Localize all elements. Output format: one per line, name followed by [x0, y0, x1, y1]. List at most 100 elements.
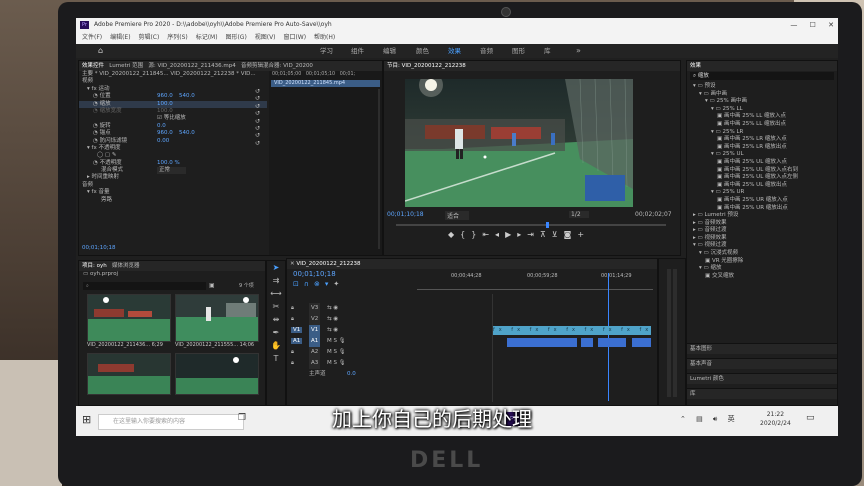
source-patch-a1[interactable]: A1 [291, 338, 303, 344]
effect-preset-item[interactable]: ▣ 画中画 25% LL 缩放入点 [687, 113, 835, 121]
close-icon[interactable]: ✕ [828, 21, 834, 29]
mute-solo-icon[interactable]: M S 🎙︎ [327, 358, 346, 369]
workspace-color[interactable]: 颜色 [416, 44, 429, 58]
panel-lumetri-color[interactable]: Lumetri 颜色 [687, 373, 837, 384]
lock-icon[interactable]: 🔒︎ [291, 316, 294, 322]
program-scrubber[interactable] [396, 222, 666, 228]
tab-effect-controls[interactable]: 效果控件 [82, 63, 104, 69]
effect-preset-item[interactable]: ▣ 画中画 25% UL 缩放入点右到 [687, 167, 835, 175]
effects-folder[interactable]: ▾ ▭ 25% 画中画 [687, 98, 835, 106]
panel-essential-graphics[interactable]: 基本图形 [687, 343, 837, 354]
position-y-value[interactable]: 540.0 [179, 93, 195, 100]
panel-libraries[interactable]: 库 [687, 388, 837, 399]
sync-icon[interactable]: ⇆ ◉ [327, 303, 338, 314]
effect-preset-item[interactable]: ▣ 画中画 25% UL 缩放入点左侧 [687, 174, 835, 182]
razor-tool-icon[interactable]: ✂ [267, 300, 285, 313]
tab-lumetri-scopes[interactable]: Lumetri 范围 [109, 63, 143, 69]
workspace-editing[interactable]: 编辑 [383, 44, 396, 58]
effects-folder[interactable]: ▾ ▭ 视频过渡 [687, 242, 835, 250]
scrollbar[interactable] [378, 89, 380, 249]
quality-select[interactable]: 1/2 [569, 211, 589, 218]
clip-bar[interactable]: VID_20200122_211845.mp4 [271, 80, 380, 87]
reset-icon[interactable]: ↺ [255, 88, 265, 95]
effects-folder[interactable]: ▾ ▭ 25% UR [687, 189, 835, 197]
effect-preset-item[interactable]: ▣ 画中画 25% LR 缩放出点 [687, 144, 835, 152]
sync-icon[interactable]: ⇆ ◉ [327, 325, 338, 336]
menu-item-graphics[interactable]: 图形(G) [225, 34, 246, 41]
menu-item-view[interactable]: 视图(V) [255, 34, 276, 41]
slip-tool-icon[interactable]: ⇹ [267, 313, 285, 326]
menu-item-marker[interactable]: 标记(M) [196, 34, 218, 41]
playhead-icon[interactable] [546, 222, 549, 228]
reset-icon[interactable]: ↺ [255, 103, 265, 110]
effect-preset-item[interactable]: ▣ 画中画 25% UR 缩放出点 [687, 205, 835, 213]
tab-audio-clip-mixer[interactable]: 音频剪辑混合器: VID_20200 [241, 63, 313, 69]
effect-preset-item[interactable]: ▣ 画中画 25% LR 缩放入点 [687, 136, 835, 144]
wrench-icon[interactable]: ✦ [333, 280, 344, 288]
uniform-scale-checkbox[interactable]: ☑ [157, 115, 164, 121]
anchor-x-value[interactable]: 960.0 [157, 130, 173, 137]
track-label[interactable]: V3 [309, 303, 321, 314]
reset-icon[interactable]: ↺ [255, 132, 265, 139]
step-forward-icon[interactable]: ▸ [517, 230, 527, 239]
tab-media-browser[interactable]: 媒体浏览器 [112, 263, 140, 269]
add-button-icon[interactable]: + [577, 230, 590, 239]
track-label[interactable]: A1 [309, 336, 321, 347]
track-select-icon[interactable]: ⇉ [267, 274, 285, 287]
extract-icon[interactable]: ⊻ [552, 230, 564, 239]
effect-volume[interactable]: 音量 [98, 189, 109, 195]
track-label[interactable]: V2 [309, 314, 321, 325]
play-icon[interactable]: ▶ [505, 230, 517, 239]
minimize-icon[interactable]: — [790, 21, 797, 29]
rotation-value[interactable]: 0.0 [157, 123, 166, 130]
pen-tool-icon[interactable]: ✒ [267, 326, 285, 339]
clip-thumbnail[interactable] [87, 294, 171, 342]
timeline-tracks-area[interactable] [492, 294, 653, 402]
program-timecode[interactable]: 00;01;10;18 [387, 211, 424, 218]
reset-icon[interactable]: ↺ [255, 140, 265, 147]
mask-pen-icon[interactable]: ✎ [112, 152, 117, 158]
anchor-y-value[interactable]: 540.0 [179, 130, 195, 137]
effects-folder[interactable]: ▾ ▭ 缩放 [687, 265, 835, 273]
snap-icon[interactable]: ∩ [304, 280, 314, 288]
mask-rect-icon[interactable]: ▢ [105, 152, 112, 158]
scale-value[interactable]: 100.0 [157, 101, 173, 108]
hand-tool-icon[interactable]: ✋ [267, 339, 285, 352]
more-workspaces-icon[interactable]: » [576, 44, 581, 58]
clip-thumbnail[interactable] [175, 353, 259, 395]
mark-in-icon[interactable]: { [460, 230, 471, 239]
tab-program[interactable]: 节目: VID_20200122_212238 [387, 63, 466, 69]
effect-preset-item[interactable]: ▣ 画中画 25% UR 缩放入点 [687, 197, 835, 205]
lock-icon[interactable]: 🔒︎ [291, 305, 294, 311]
ripple-edit-icon[interactable]: ⟷ [267, 287, 285, 300]
master-value[interactable]: 0.0 [347, 369, 356, 380]
master-clip-label[interactable]: 主要 * VID_20200122_211845... [82, 71, 169, 77]
marker-icon[interactable]: ◆ [448, 230, 460, 239]
menu-item-edit[interactable]: 编辑(E) [110, 34, 130, 41]
tab-source[interactable]: 源: VID_20200122_211436.mp4 [148, 63, 235, 69]
effect-preset-item[interactable]: ▣ 画中画 25% UL 缩放入点 [687, 159, 835, 167]
linked-icon[interactable]: ⊗ [314, 280, 325, 288]
fit-select[interactable]: 适合 [445, 211, 470, 220]
maximize-icon[interactable]: ☐ [810, 21, 816, 29]
reset-icon[interactable]: ↺ [255, 95, 265, 102]
menu-item-file[interactable]: 文件(F) [82, 34, 102, 41]
effect-preset-item[interactable]: ▣ 画中画 25% UL 缩放出点 [687, 182, 835, 190]
effects-search-input[interactable]: ⌕ 缩放 [690, 72, 834, 80]
panel-essential-sound[interactable]: 基本声音 [687, 358, 837, 369]
effect-preset-item[interactable]: ▣ 交叉缩放 [687, 273, 835, 281]
new-bin-icon[interactable]: ▣ [209, 282, 215, 289]
export-frame-icon[interactable]: ◙ [564, 230, 578, 239]
source-patch-v1[interactable]: V1 [291, 327, 303, 333]
mute-solo-icon[interactable]: M S 🎙︎ [327, 347, 346, 358]
tab-project[interactable]: 项目: oyh [82, 263, 107, 269]
opacity-value[interactable]: 100.0 % [157, 160, 180, 167]
menu-item-help[interactable]: 帮助(H) [314, 34, 335, 41]
effects-folder[interactable]: ▾ ▭ 沉浸式视频 [687, 250, 835, 258]
clip-thumbnail[interactable] [175, 294, 259, 342]
clip-thumbnail[interactable] [87, 353, 171, 395]
go-in-icon[interactable]: ⇤ [482, 230, 495, 239]
workspace-graphics[interactable]: 图形 [512, 44, 525, 58]
antiflicker-value[interactable]: 0.00 [157, 138, 169, 145]
workspace-libraries[interactable]: 库 [544, 44, 551, 58]
